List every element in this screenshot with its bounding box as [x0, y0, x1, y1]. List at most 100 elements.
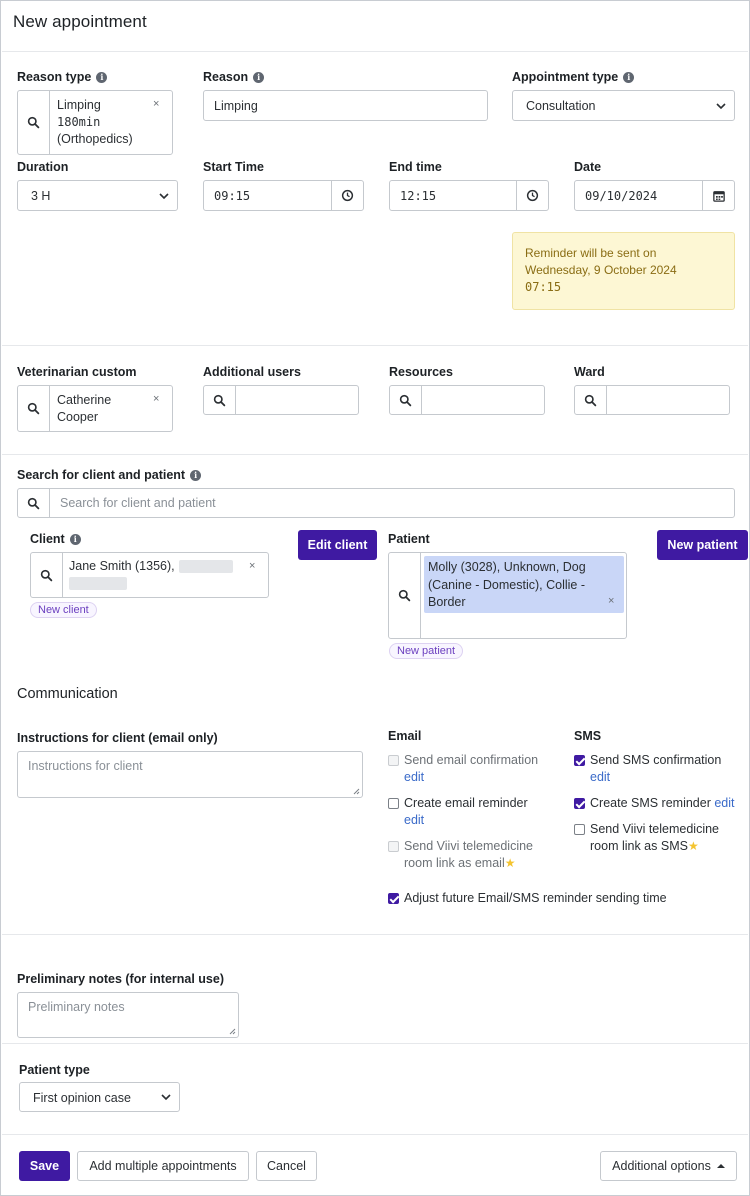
- selected-patient-chip[interactable]: Molly (3028), Unknown, Dog (Canine - Dom…: [424, 556, 624, 613]
- patient-type-select[interactable]: First opinion case: [19, 1082, 180, 1112]
- duration-label: Duration: [17, 160, 69, 174]
- send-email-confirmation-checkbox[interactable]: [388, 755, 399, 766]
- additional-users-label: Additional users: [203, 365, 301, 379]
- search-icon: [575, 386, 607, 414]
- chevron-down-icon: [161, 1094, 171, 1101]
- add-multiple-appointments-button[interactable]: Add multiple appointments: [77, 1151, 249, 1181]
- client-label: Client i: [30, 532, 81, 546]
- resources-label: Resources: [389, 365, 453, 379]
- new-client-pill[interactable]: New client: [30, 602, 97, 618]
- page-title: New appointment: [13, 12, 147, 31]
- reason-type-value: Limping 180min (Orthopedics): [57, 98, 133, 146]
- search-icon: [204, 386, 236, 414]
- chevron-down-icon: [159, 192, 169, 199]
- divider: [2, 934, 748, 935]
- sms-telemedicine-label: Send Viivi telemedicine room link as SMS…: [590, 822, 720, 853]
- reason-input[interactable]: Limping: [203, 90, 488, 121]
- clock-icon[interactable]: [516, 181, 548, 210]
- redacted-block: [69, 577, 127, 590]
- preliminary-notes-textarea[interactable]: Preliminary notes: [17, 992, 239, 1038]
- appointment-type-select[interactable]: Consultation: [512, 90, 735, 121]
- edit-client-button[interactable]: Edit client: [298, 530, 377, 560]
- edit-link[interactable]: edit: [714, 796, 734, 810]
- send-sms-confirmation-checkbox[interactable]: [574, 755, 585, 766]
- email-telemedicine-label: Send Viivi telemedicine room link as ema…: [404, 839, 534, 870]
- resize-handle-icon[interactable]: [229, 1028, 236, 1035]
- create-sms-reminder-checkbox[interactable]: [574, 798, 585, 809]
- chevron-down-icon: [716, 102, 726, 109]
- adjust-future-checkbox[interactable]: [388, 893, 399, 904]
- veterinarian-select[interactable]: Catherine Cooper ×: [17, 385, 173, 432]
- ward-select[interactable]: [574, 385, 730, 415]
- date-label: Date: [574, 160, 602, 174]
- create-email-reminder-label: Create email reminder edit: [404, 796, 528, 829]
- send-email-confirmation-label: Send email confirmation edit: [404, 753, 539, 786]
- new-patient-button[interactable]: New patient: [657, 530, 748, 560]
- resources-select[interactable]: [389, 385, 545, 415]
- search-icon: [18, 91, 50, 154]
- reason-type-label: Reason type i: [17, 70, 108, 84]
- instructions-textarea[interactable]: Instructions for client: [17, 751, 363, 798]
- info-icon[interactable]: i: [96, 71, 108, 83]
- patient-type-label: Patient type: [19, 1063, 90, 1077]
- search-client-patient-label: Search for client and patient i: [17, 468, 202, 482]
- clear-icon[interactable]: ×: [249, 560, 255, 572]
- appointment-dialog: New appointment Reason type i Reason i App…: [0, 0, 750, 1196]
- edit-link[interactable]: edit: [404, 769, 538, 786]
- patient-label: Patient: [388, 532, 430, 546]
- preliminary-notes-label: Preliminary notes (for internal use): [17, 972, 224, 986]
- edit-link[interactable]: edit: [590, 769, 721, 786]
- search-icon: [18, 386, 50, 431]
- create-sms-reminder-label: Create SMS reminder edit: [590, 796, 735, 810]
- patient-select[interactable]: Molly (3028), Unknown, Dog (Canine - Dom…: [388, 552, 627, 639]
- info-icon[interactable]: i: [253, 71, 265, 83]
- info-icon[interactable]: i: [623, 71, 635, 83]
- start-time-input[interactable]: 09:15: [203, 180, 364, 211]
- search-icon: [31, 553, 63, 597]
- sms-heading: SMS: [574, 729, 602, 743]
- email-telemedicine-checkbox[interactable]: [388, 841, 399, 852]
- save-button[interactable]: Save: [19, 1151, 70, 1181]
- instructions-label: Instructions for client (email only): [17, 731, 218, 745]
- edit-link[interactable]: edit: [404, 812, 528, 829]
- additional-users-select[interactable]: [203, 385, 359, 415]
- divider: [2, 454, 748, 455]
- info-icon[interactable]: i: [69, 533, 81, 545]
- additional-options-button[interactable]: Additional options: [600, 1151, 737, 1181]
- duration-select[interactable]: 3 H: [17, 180, 178, 211]
- new-patient-pill[interactable]: New patient: [389, 643, 464, 659]
- star-icon: ★: [504, 856, 516, 870]
- appointment-type-label: Appointment type i: [512, 70, 635, 84]
- email-heading: Email: [388, 729, 422, 743]
- start-time-label: Start Time: [203, 160, 264, 174]
- search-icon: [18, 489, 50, 517]
- date-input[interactable]: 09/10/2024: [574, 180, 735, 211]
- create-email-reminder-checkbox[interactable]: [388, 798, 399, 809]
- redacted-block: [179, 560, 233, 573]
- ward-label: Ward: [574, 365, 605, 379]
- end-time-input[interactable]: 12:15: [389, 180, 549, 211]
- search-client-patient-input[interactable]: Search for client and patient: [17, 488, 735, 518]
- info-icon[interactable]: i: [190, 469, 202, 481]
- reminder-notice: Reminder will be sent on Wednesday, 9 Oc…: [512, 232, 735, 310]
- veterinarian-label: Veterinarian custom: [17, 365, 137, 379]
- clear-icon[interactable]: ×: [153, 98, 159, 110]
- veterinarian-value: Catherine Cooper: [57, 393, 112, 424]
- sms-telemedicine-checkbox[interactable]: [574, 824, 585, 835]
- divider: [2, 51, 748, 52]
- star-icon: ★: [687, 839, 699, 853]
- calendar-icon[interactable]: [702, 181, 734, 210]
- search-icon: [390, 386, 422, 414]
- cancel-button[interactable]: Cancel: [256, 1151, 317, 1181]
- divider: [2, 1134, 748, 1135]
- caret-up-icon: [716, 1164, 725, 1168]
- clear-icon[interactable]: ×: [608, 595, 614, 607]
- client-select[interactable]: Jane Smith (1356), ×: [30, 552, 269, 598]
- clock-icon[interactable]: [331, 181, 363, 210]
- divider: [2, 1043, 748, 1044]
- send-sms-confirmation-label: Send SMS confirmation edit: [590, 753, 722, 786]
- reason-type-select[interactable]: Limping 180min (Orthopedics) ×: [17, 90, 173, 155]
- clear-icon[interactable]: ×: [153, 393, 159, 405]
- end-time-label: End time: [389, 160, 442, 174]
- resize-handle-icon[interactable]: [353, 788, 360, 795]
